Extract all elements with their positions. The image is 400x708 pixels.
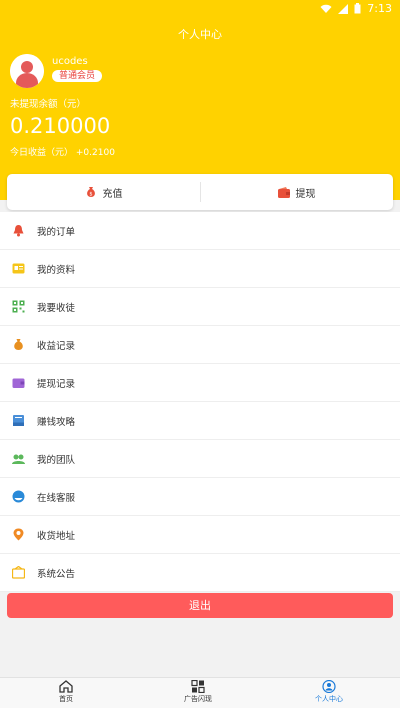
- tab-ads-label: 广告闪现: [184, 695, 212, 703]
- wifi-icon: [320, 4, 332, 13]
- user-avatar-icon: [10, 54, 44, 88]
- battery-icon: [354, 3, 361, 14]
- menu-item-earnings-log[interactable]: 收益记录: [0, 326, 400, 364]
- signal-icon: [338, 3, 349, 14]
- today-earnings-label: 今日收益（元）: [10, 148, 74, 158]
- avatar[interactable]: [10, 54, 44, 88]
- recharge-label: 充值: [102, 188, 123, 200]
- status-time: 7:13: [367, 2, 392, 15]
- withdraw-label: 提现: [295, 188, 316, 200]
- status-bar: 7:13: [0, 0, 400, 18]
- menu-list: 我的订单 我的资料 我要收徒 收益记录 提现记录 赚钱攻略 我的团队 在线客服 …: [0, 212, 400, 592]
- tab-home[interactable]: 首页: [26, 680, 106, 704]
- menu-item-customer-service[interactable]: 在线客服: [0, 478, 400, 516]
- grid-icon: [191, 680, 205, 693]
- tab-home-label: 首页: [59, 695, 73, 703]
- bell-icon: [12, 224, 25, 237]
- menu-item-label: 提现记录: [37, 378, 76, 390]
- home-icon: [59, 680, 73, 693]
- menu-item-label: 收益记录: [37, 340, 76, 352]
- money-bag-icon: $: [86, 187, 95, 198]
- tab-profile-label: 个人中心: [315, 695, 343, 703]
- menu-item-label: 我的资料: [37, 264, 76, 276]
- person-icon: [322, 680, 336, 693]
- menu-item-label: 我要收徒: [37, 302, 76, 314]
- tab-ads[interactable]: 广告闪现: [158, 680, 238, 704]
- today-earnings-value: +0.2100: [75, 148, 115, 158]
- notice-icon: [12, 566, 25, 579]
- profile-card-icon: [12, 262, 25, 275]
- menu-item-label: 赚钱攻略: [37, 416, 76, 428]
- menu-item-label: 我的订单: [37, 226, 76, 238]
- member-badge: 普通会员: [52, 70, 103, 82]
- wallet-icon: [277, 186, 290, 198]
- location-pin-icon: [12, 528, 25, 541]
- money-bag-icon: [12, 338, 25, 351]
- menu-item-recruit[interactable]: 我要收徒: [0, 288, 400, 326]
- wallet-icon: [12, 376, 25, 389]
- menu-item-label: 我的团队: [37, 454, 76, 466]
- balance-label: 未提现余额（元）: [10, 99, 87, 110]
- team-icon: [12, 452, 25, 465]
- recharge-button[interactable]: $ 充值: [7, 174, 200, 210]
- menu-item-label: 系统公告: [37, 568, 76, 580]
- qr-code-icon: [12, 300, 25, 313]
- profile-header: 7:13 个人中心 ucodes 普通会员 未提现余额（元） 0.210000 …: [0, 0, 400, 200]
- tab-profile[interactable]: 个人中心: [289, 680, 369, 704]
- menu-item-profile[interactable]: 我的资料: [0, 250, 400, 288]
- menu-item-label: 在线客服: [37, 492, 76, 504]
- page-title: 个人中心: [178, 28, 222, 41]
- menu-item-orders[interactable]: 我的订单: [0, 212, 400, 250]
- wallet-actions-card: $ 充值 提现: [7, 174, 393, 210]
- today-earnings: 今日收益（元） +0.2100: [10, 145, 115, 158]
- menu-item-withdraw-log[interactable]: 提现记录: [0, 364, 400, 402]
- menu-item-label: 收货地址: [37, 530, 76, 542]
- menu-item-team[interactable]: 我的团队: [0, 440, 400, 478]
- menu-item-announcements[interactable]: 系统公告: [0, 554, 400, 592]
- balance-value: 0.210000: [10, 114, 111, 138]
- logout-button[interactable]: 退出: [7, 593, 393, 618]
- book-icon: [12, 414, 25, 427]
- username: ucodes: [52, 56, 88, 67]
- menu-item-address[interactable]: 收货地址: [0, 516, 400, 554]
- withdraw-button[interactable]: 提现: [200, 174, 393, 210]
- bottom-tab-bar: 首页 广告闪现 个人中心: [0, 677, 400, 708]
- customer-service-icon: [12, 490, 25, 503]
- svg-text:$: $: [89, 192, 92, 198]
- menu-item-guide[interactable]: 赚钱攻略: [0, 402, 400, 440]
